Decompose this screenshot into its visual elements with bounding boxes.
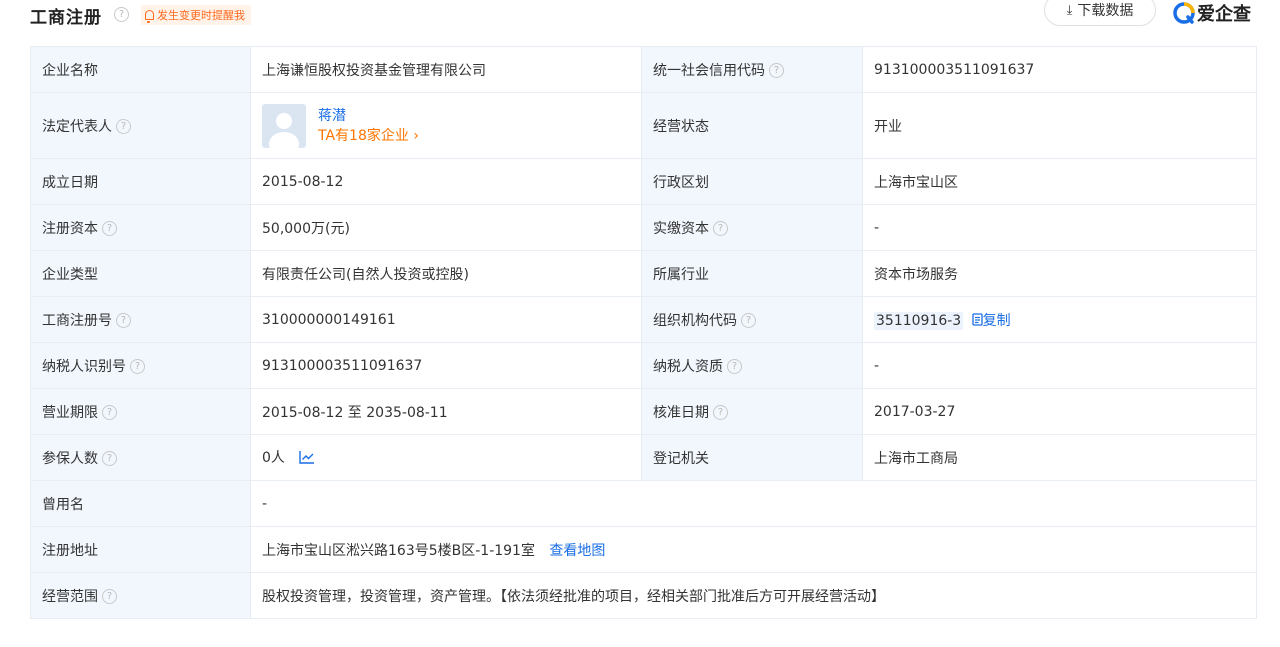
legal-rep-cell: 蒋潜 TA有18家企业 › (250, 92, 642, 159)
field-label: 工商注册号? (30, 296, 251, 343)
table-row: 参保人数? 0人 登记机关 上海市工商局 (30, 434, 1257, 481)
org-code-value: 35110916-3 (874, 311, 964, 330)
bell-icon (145, 10, 154, 23)
business-term-value: 2015-08-12 至 2035-08-11 (250, 388, 642, 435)
help-circle-icon[interactable]: ? (713, 405, 728, 420)
table-row: 注册地址 上海市宝山区淞兴路163号5楼B区-1-191室 查看地图 (30, 526, 1257, 573)
company-type-value: 有限责任公司(自然人投资或控股) (250, 250, 642, 297)
field-label: 纳税人识别号? (30, 342, 251, 389)
region-value: 上海市宝山区 (862, 158, 1257, 205)
table-row: 注册资本? 50,000万(元) 实缴资本? - (30, 204, 1257, 251)
help-circle-icon[interactable]: ? (102, 589, 117, 604)
table-row: 营业期限? 2015-08-12 至 2035-08-11 核准日期? 2017… (30, 388, 1257, 435)
field-label: 登记机关 (641, 434, 863, 481)
help-circle-icon[interactable]: ? (102, 405, 117, 420)
field-label: 营业期限? (30, 388, 251, 435)
table-row: 曾用名 - (30, 480, 1257, 527)
help-circle-icon[interactable]: ? (130, 359, 145, 374)
authority-value: 上海市工商局 (862, 434, 1257, 481)
download-icon: ⤓ (1066, 2, 1073, 18)
paid-capital-value: - (862, 204, 1257, 251)
table-row: 工商注册号? 310000000149161 组织机构代码? 35110916-… (30, 296, 1257, 343)
copy-icon (972, 312, 983, 326)
org-code-cell: 35110916-3 复制 (862, 296, 1257, 343)
field-label: 法定代表人? (30, 92, 251, 159)
help-circle-icon[interactable]: ? (116, 313, 131, 328)
avatar[interactable] (262, 103, 306, 148)
field-label: 行政区划 (641, 158, 863, 205)
field-label: 核准日期? (641, 388, 863, 435)
founded-value: 2015-08-12 (250, 158, 642, 205)
trend-chart-icon[interactable] (299, 450, 315, 468)
field-label: 组织机构代码? (641, 296, 863, 343)
status-value: 开业 (862, 92, 1257, 159)
field-label: 注册地址 (30, 526, 251, 573)
help-circle-icon[interactable]: ? (114, 7, 129, 22)
table-row: 经营范围? 股权投资管理，投资管理，资产管理。【依法须经批准的项目，经相关部门批… (30, 572, 1257, 619)
taxpayer-qual-value: - (862, 342, 1257, 389)
registration-info-table: 企业名称 上海谦恒股权投资基金管理有限公司 统一社会信用代码? 91310000… (30, 46, 1257, 619)
company-name-value: 上海谦恒股权投资基金管理有限公司 (250, 46, 642, 93)
chevron-right-icon: › (413, 127, 419, 144)
help-circle-icon[interactable]: ? (102, 221, 117, 236)
table-row: 纳税人识别号? 913100003511091637 纳税人资质? - (30, 342, 1257, 389)
credit-code-value: 913100003511091637 (862, 46, 1257, 93)
copy-label: 复制 (982, 312, 1011, 329)
help-circle-icon[interactable]: ? (116, 119, 131, 134)
field-label: 注册资本? (30, 204, 251, 251)
field-label: 成立日期 (30, 158, 251, 205)
reg-capital-value: 50,000万(元) (250, 204, 642, 251)
table-row: 成立日期 2015-08-12 行政区划 上海市宝山区 (30, 158, 1257, 205)
field-label: 参保人数? (30, 434, 251, 481)
change-reminder-button[interactable]: 发生变更时提醒我 (141, 5, 251, 25)
download-data-button[interactable]: ⤓ 下载数据 (1044, 0, 1156, 26)
reg-no-value: 310000000149161 (250, 296, 642, 343)
aiqicha-logo-icon (1173, 2, 1195, 24)
field-label: 纳税人资质? (641, 342, 863, 389)
section-title: 工商注册 (30, 8, 102, 28)
help-circle-icon[interactable]: ? (769, 63, 784, 78)
legal-rep-companies-link[interactable]: TA有18家企业 › (318, 126, 419, 146)
insured-value: 0人 (262, 450, 285, 466)
field-label: 所属行业 (641, 250, 863, 297)
field-label: 经营状态 (641, 92, 863, 159)
download-data-label: 下载数据 (1077, 3, 1134, 19)
table-row: 法定代表人? 蒋潜 TA有18家企业 › 经营状态 开业 (30, 92, 1257, 159)
change-reminder-label: 发生变更时提醒我 (157, 9, 245, 22)
table-row: 企业名称 上海谦恒股权投资基金管理有限公司 统一社会信用代码? 91310000… (30, 46, 1257, 93)
field-label: 企业名称 (30, 46, 251, 93)
view-map-link[interactable]: 查看地图 (549, 543, 605, 559)
address-cell: 上海市宝山区淞兴路163号5楼B区-1-191室 查看地图 (250, 526, 1257, 573)
scope-value: 股权投资管理，投资管理，资产管理。【依法须经批准的项目，经相关部门批准后方可开展… (250, 572, 1257, 619)
address-value: 上海市宝山区淞兴路163号5楼B区-1-191室 (262, 542, 535, 559)
legal-rep-name-link[interactable]: 蒋潜 (318, 106, 419, 126)
insured-cell: 0人 (250, 434, 642, 481)
section-header: 工商注册 ? 发生变更时提醒我 ⤓ 下载数据 爱企查 (30, 0, 1256, 34)
brand-logo: 爱企查 (1173, 0, 1251, 26)
field-label: 统一社会信用代码? (641, 46, 863, 93)
field-label: 企业类型 (30, 250, 251, 297)
help-circle-icon[interactable]: ? (727, 359, 742, 374)
help-circle-icon[interactable]: ? (713, 221, 728, 236)
field-label: 实缴资本? (641, 204, 863, 251)
help-circle-icon[interactable]: ? (741, 313, 756, 328)
approval-date-value: 2017-03-27 (862, 388, 1257, 435)
copy-button[interactable]: 复制 (972, 313, 1011, 329)
taxpayer-id-value: 913100003511091637 (250, 342, 642, 389)
former-name-value: - (250, 480, 1257, 527)
industry-value: 资本市场服务 (862, 250, 1257, 297)
brand-name: 爱企查 (1197, 4, 1251, 25)
field-label: 曾用名 (30, 480, 251, 527)
field-label: 经营范围? (30, 572, 251, 619)
help-circle-icon[interactable]: ? (102, 451, 117, 466)
table-row: 企业类型 有限责任公司(自然人投资或控股) 所属行业 资本市场服务 (30, 250, 1257, 297)
